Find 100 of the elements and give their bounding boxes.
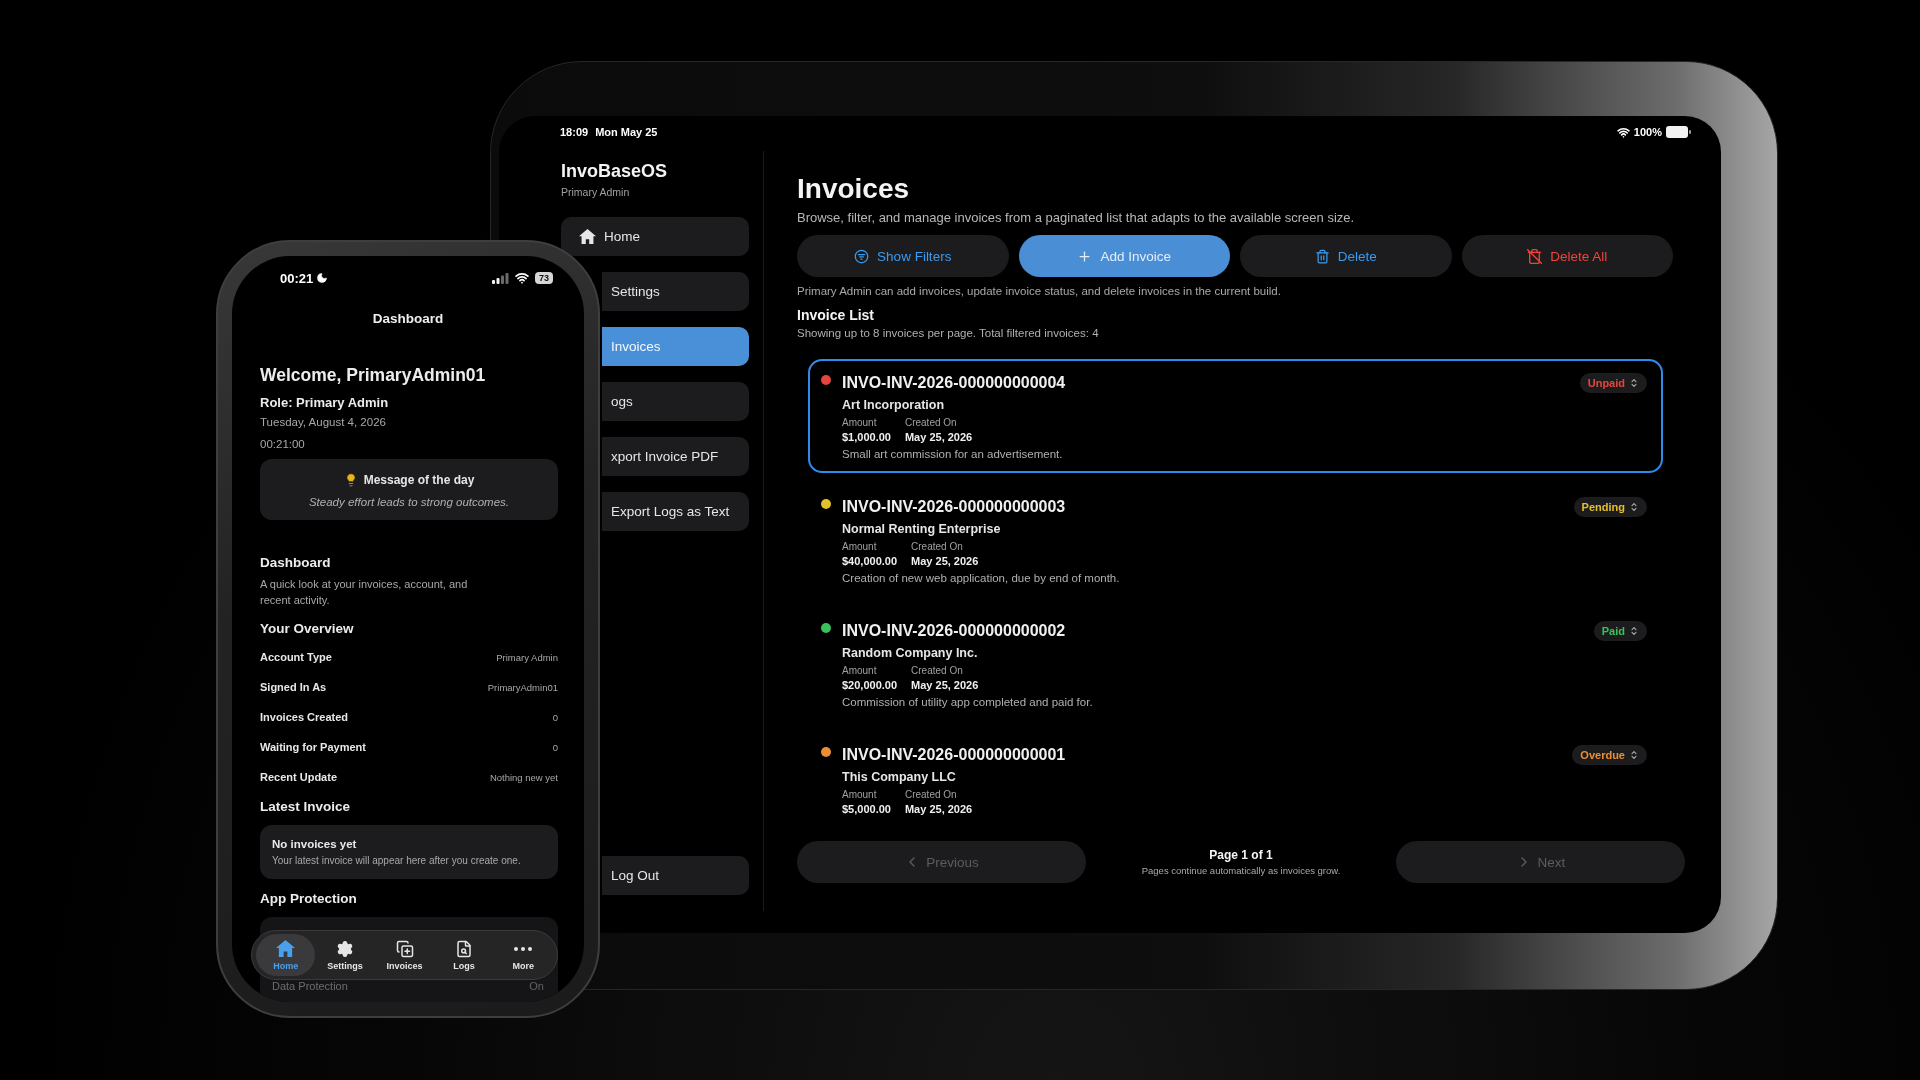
app-title: InvoBaseOS [561,160,669,182]
message-text: Steady effort leads to strong outcomes. [308,495,510,510]
empty-state-title: No invoices yet [272,837,358,852]
amount-value: $5,000.00 [842,802,891,816]
row-label: Invoices Created [260,711,349,723]
trash-icon [1314,248,1330,264]
sidebar-item[interactable]: xport Invoice PDF [602,437,749,476]
section-heading: Latest Invoice [260,798,352,816]
action-button[interactable]: Show Filters [797,235,1009,277]
empty-state-text: Your latest invoice will appear here after you create one. [272,854,522,868]
date-value: May 25, 2026 [904,430,973,444]
up-down-chevron-icon [1629,378,1639,388]
filter-icon [854,248,870,264]
battery-indicator: 73 [535,272,553,284]
sidebar-item[interactable]: Export Logs as Text [602,492,749,531]
field-label: Amount [842,417,878,429]
page-title: Invoices [797,172,911,206]
status-time: 00:21 [280,270,314,286]
sidebar-item[interactable]: Home [561,217,749,256]
status-date: Mon May 25 [595,126,658,138]
row-value: Primary Admin [496,651,558,663]
field-label: Amount [842,789,878,801]
row-label: Signed In As [260,681,327,693]
plus-icon [1077,248,1093,264]
field-label: Created On [911,665,964,677]
gear-icon [336,939,355,958]
company-name: Art Incorporation [842,397,946,414]
field-label: Created On [904,417,958,429]
squares-plus-icon [395,939,414,958]
page-indicator: Page 1 of 1 [1209,847,1273,863]
invoice-number: INVO-INV-2026-000000000002 [842,621,1067,641]
status-time: 18:09 [560,126,589,138]
logout-button[interactable]: Log Out [602,856,749,895]
ellipsis-icon [514,946,533,951]
signal-icon [492,272,509,284]
company-name: Random Company Inc. [842,645,979,662]
invoice-number: INVO-INV-2026-000000000001 [842,745,1066,765]
tab-bar-item[interactable]: Logs [434,934,494,976]
up-down-chevron-icon [1629,502,1639,512]
app-subtitle: Primary Admin [561,185,631,199]
row-label: Account Type [260,651,332,663]
tab-bar-item[interactable]: More [493,934,554,976]
invoice-card[interactable]: INVO-INV-2026-000000000003 Normal Renting Enterprise Amount $40,000.00 Created On May 25, 2026 Creation of new web application, due by end of month. Pending [808,483,1663,597]
invoice-description: Commission of utility app completed and paid for. [842,695,1093,709]
date-value: May 25, 2026 [911,678,979,692]
field-label: Created On [904,789,958,801]
row-value: PrimaryAdmin01 [487,681,558,693]
sidebar-item[interactable]: Settings [602,272,749,311]
wifi-icon [1616,125,1630,139]
invoice-description: Creation of new web application, due by end of month. [842,571,1120,585]
amount-value: $20,000.00 [842,678,898,692]
tab-bar-item[interactable]: Invoices [374,934,435,976]
list-title: Invoice List [797,306,876,324]
amount-value: $1,000.00 [842,430,891,444]
row-value: 0 [552,741,558,753]
battery-percent: 100% [1633,126,1662,138]
status-dropdown[interactable]: Overdue [1572,745,1647,765]
welcome-heading: Welcome, PrimaryAdmin01 [260,364,487,386]
invoice-card[interactable]: INVO-INV-2026-000000000004 Art Incorporation Amount $1,000.00 Created On May 25, 2026 Small art commission for an advertisement. Unpaid [808,359,1663,473]
field-label: Amount [842,541,878,553]
status-dropdown[interactable]: Pending [1573,497,1647,517]
invoice-number: INVO-INV-2026-000000000004 [842,373,1066,393]
action-button[interactable]: Delete All [1461,235,1673,277]
sidebar-item[interactable]: ogs [602,382,749,421]
field-label: Created On [911,541,964,553]
moon-icon [316,272,329,284]
tab-bar-item[interactable]: Home [256,934,316,976]
status-dropdown[interactable]: Unpaid [1579,373,1647,393]
wifi-icon [515,271,529,285]
row-label: Recent Update [260,771,338,783]
pagination-hint: Pages continue automatically as invoices grow. [1141,863,1341,877]
date-value: May 25, 2026 [904,802,973,816]
row-value: 0 [552,711,558,723]
list-subtitle: Showing up to 8 invoices per page. Total filtered invoices: 4 [797,326,1100,340]
up-down-chevron-icon [1629,750,1639,760]
company-name: Normal Renting Enterprise [842,521,1002,538]
section-heading: Dashboard [260,554,332,572]
date-value: May 25, 2026 [911,554,979,568]
section-heading: App Protection [260,890,358,908]
invoice-number: INVO-INV-2026-000000000003 [842,497,1067,517]
status-dropdown[interactable]: Paid [1593,621,1647,641]
action-button[interactable]: Delete [1240,235,1452,277]
invoice-card[interactable]: INVO-INV-2026-000000000001 This Company LLC Amount $5,000.00 Created On May 25, 2026 Overdue [808,731,1663,819]
permission-note: Primary Admin can add invoices, update invoice status, and delete invoices in the current build. [797,284,1282,298]
page-description: Browse, filter, and manage invoices from a paginated list that adapts to the available screen size. [797,210,1356,226]
time-text: 00:21:00 [260,437,306,452]
house-icon [579,228,596,245]
row-value: On [529,979,544,994]
trash-slash-icon [1527,248,1543,264]
amount-value: $40,000.00 [842,554,898,568]
date-text: Tuesday, August 4, 2026 [260,415,387,430]
invoice-card[interactable]: INVO-INV-2026-000000000002 Random Company Inc. Amount $20,000.00 Created On May 25, 2026 Commission of utility app completed and paid for. Paid [808,607,1663,721]
row-label: Waiting for Payment [260,741,366,753]
battery-icon [1666,126,1691,138]
house-icon [276,939,296,958]
tab-bar-item[interactable]: Settings [315,934,375,976]
nav-title: Dashboard [371,310,445,328]
message-title: Message of the day [363,472,475,488]
document-search-icon [454,939,473,958]
row-value: Nothing new yet [489,771,558,783]
